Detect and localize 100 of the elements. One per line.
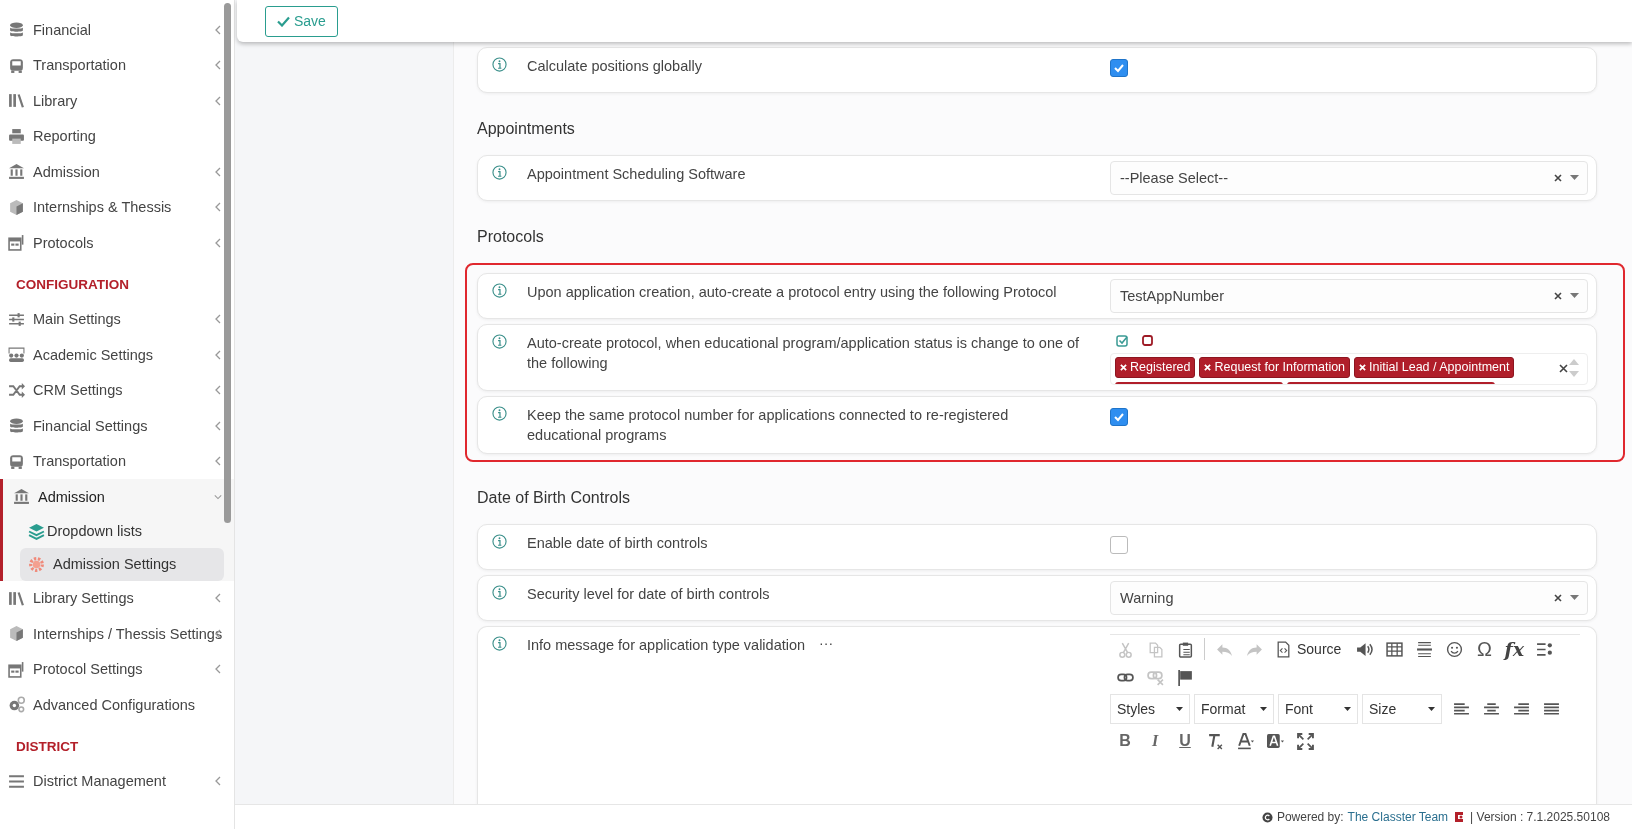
caret-icon <box>1428 707 1435 711</box>
more-menu[interactable]: ··· <box>819 632 834 651</box>
sidebar-item[interactable]: Transportation <box>0 443 234 479</box>
books-icon <box>8 589 25 607</box>
bold-button[interactable]: B <box>1110 727 1140 755</box>
info-icon[interactable] <box>492 636 507 651</box>
scissors-icon <box>1116 640 1134 658</box>
version-text: | Version : 7.1.2025.50108 <box>1470 810 1610 824</box>
unlink-icon <box>1146 668 1164 686</box>
remove-icon[interactable] <box>1204 364 1212 371</box>
toolbar-dropdown[interactable]: Styles <box>1110 694 1190 724</box>
chevron-icon <box>214 95 222 106</box>
chevron-icon <box>214 420 222 431</box>
smiley-icon <box>1445 640 1463 658</box>
clear-icon[interactable] <box>1554 174 1562 182</box>
sidebar-item[interactable]: Admission <box>0 154 234 190</box>
section-title: Date of Birth Controls <box>477 488 631 508</box>
cube-icon <box>8 198 25 216</box>
powered-by-text: Powered by: <box>1276 810 1344 824</box>
select-field[interactable]: TestAppNumber <box>1110 279 1588 313</box>
toolbar-dropdown[interactable]: Font <box>1278 694 1358 724</box>
maximize-icon <box>1296 732 1314 750</box>
coins-icon <box>8 21 25 39</box>
bus-icon <box>8 452 25 470</box>
section-title: Protocols <box>477 227 545 247</box>
tag[interactable]: Request for Information <box>1199 357 1351 378</box>
section-heading: DISTRICT <box>15 737 80 756</box>
menu-icon <box>8 772 25 790</box>
setting-label: Upon application creation, auto-create a protocol entry using the following Protocol <box>527 283 1058 302</box>
tag[interactable]: Initial Lead / Appointment <box>1354 357 1515 378</box>
submenu-item[interactable]: Dropdown lists <box>20 514 224 548</box>
chevron-icon <box>214 314 222 325</box>
gear-icon <box>28 555 45 573</box>
toolbar-dropdown[interactable]: Size <box>1362 694 1442 724</box>
align-left-icon <box>1452 700 1470 718</box>
sidebar-item[interactable]: Transportation <box>0 47 234 83</box>
clear-icon[interactable] <box>1554 292 1562 300</box>
setting-label: Calculate positions globally <box>527 57 703 76</box>
info-icon[interactable] <box>492 406 507 421</box>
info-icon[interactable] <box>492 334 507 349</box>
sidebar-item[interactable]: CRM Settings <box>0 372 234 408</box>
info-icon[interactable] <box>492 585 507 600</box>
team-link[interactable]: The Classter Team <box>1347 810 1449 824</box>
info-icon[interactable] <box>492 283 507 298</box>
info-icon[interactable] <box>492 57 507 72</box>
sidebar-item[interactable]: Advanced Configurations <box>0 687 234 723</box>
check-icon <box>1113 62 1125 74</box>
toolbar-dropdown[interactable]: Format <box>1194 694 1274 724</box>
select-field[interactable]: Warning <box>1110 581 1588 615</box>
setting-label: Keep the same protocol number for applications connected to re-registered educational programs <box>527 406 1010 445</box>
sidebar-item[interactable]: Admission <box>3 479 234 515</box>
deselect-all-icon[interactable] <box>1141 334 1154 347</box>
check-icon <box>277 15 290 27</box>
checkbox[interactable] <box>1110 536 1128 554</box>
checkbox[interactable] <box>1110 408 1128 426</box>
caret-icon <box>1260 707 1267 711</box>
align-right-icon <box>1512 700 1530 718</box>
chevron-icon <box>214 664 222 675</box>
clipboard-icon <box>1176 640 1194 658</box>
check-icon <box>1113 411 1125 423</box>
horizontal-line-icon <box>1415 640 1433 658</box>
sidebar-item[interactable]: Main Settings <box>0 301 234 337</box>
justify-icon <box>1542 700 1560 718</box>
sidebar-item[interactable]: Financial <box>0 12 234 48</box>
sidebar-item[interactable]: Academic Settings <box>0 337 234 373</box>
books-icon <box>8 92 25 110</box>
chevron-icon <box>214 776 222 787</box>
special-character-button[interactable]: Ω <box>1469 635 1500 663</box>
chevron-icon <box>214 349 222 360</box>
sidebar-item[interactable]: Financial Settings <box>0 408 234 444</box>
clear-icon[interactable] <box>1554 594 1562 602</box>
info-icon[interactable] <box>492 534 507 549</box>
setting-label: Security level for date of birth controls <box>527 585 771 604</box>
scrollbar[interactable] <box>224 3 231 523</box>
printer-icon <box>8 127 25 145</box>
sidebar-item[interactable]: Internships & Thessis <box>0 189 234 225</box>
sidebar-item[interactable]: Internships / Thessis Settings <box>0 616 234 652</box>
checkbox[interactable] <box>1110 59 1128 77</box>
sidebar-item[interactable]: Protocols <box>0 225 234 261</box>
select-field[interactable]: --Please Select-- <box>1110 161 1588 195</box>
select-all-icon[interactable] <box>1116 334 1129 347</box>
sidebar-item[interactable]: Library <box>0 83 234 119</box>
cube-icon <box>8 625 25 643</box>
info-icon[interactable] <box>492 165 507 180</box>
list-icon <box>1535 640 1553 658</box>
bank-icon <box>8 163 25 181</box>
speaker-icon <box>1355 640 1373 658</box>
sidebar-item[interactable]: Reporting <box>0 118 234 154</box>
italic-button[interactable]: I <box>1140 727 1170 755</box>
submenu-item[interactable]: Admission Settings <box>20 547 224 581</box>
sidebar-item[interactable]: Library Settings <box>0 580 234 616</box>
clear-icon[interactable] <box>1559 364 1568 373</box>
remove-icon[interactable] <box>1120 364 1127 371</box>
formula-button[interactable]: fx <box>1499 635 1530 663</box>
remove-icon[interactable] <box>1359 364 1367 371</box>
underline-button[interactable]: U <box>1170 727 1200 755</box>
sidebar-item[interactable]: Protocol Settings <box>0 651 234 687</box>
tag[interactable]: Registered <box>1115 357 1196 378</box>
sidebar-item[interactable]: District Management <box>0 763 234 799</box>
source-button[interactable]: Source <box>1269 635 1350 663</box>
